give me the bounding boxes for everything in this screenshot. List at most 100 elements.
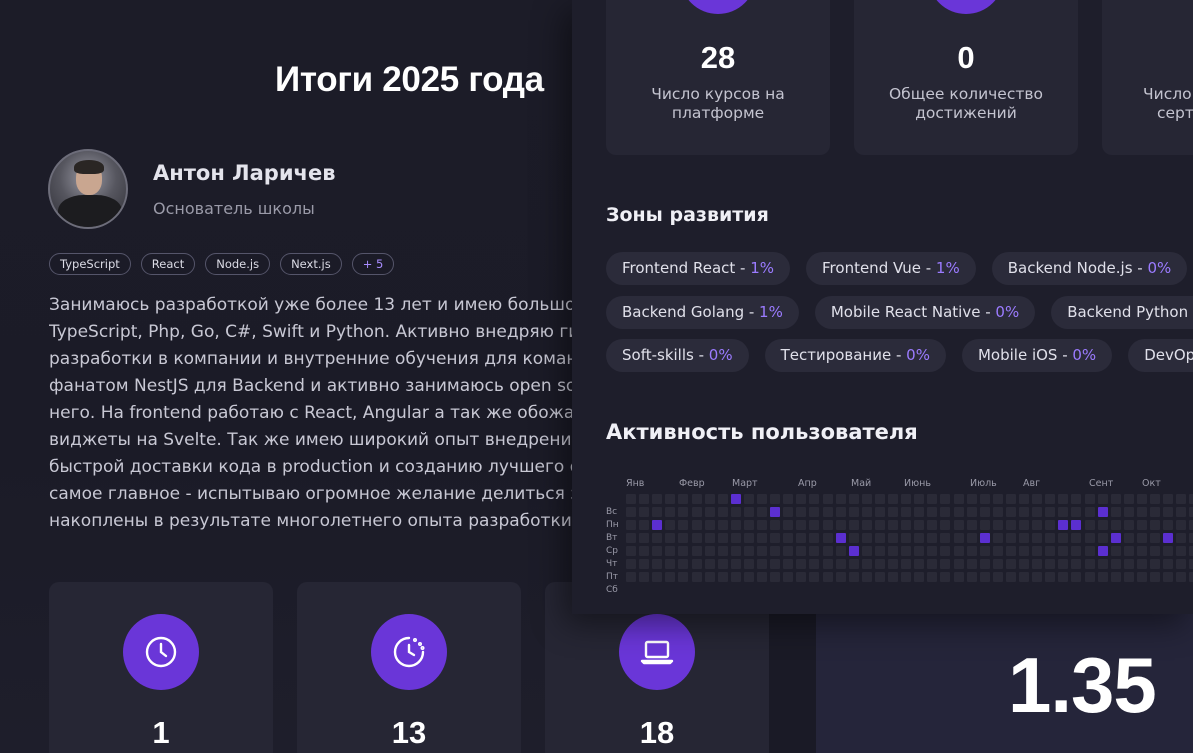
heatmap-cell[interactable]	[1176, 559, 1187, 569]
heatmap-cell[interactable]	[1097, 507, 1108, 517]
heatmap-cell[interactable]	[1136, 494, 1147, 504]
heatmap-cell[interactable]	[1019, 520, 1029, 530]
heatmap-cell[interactable]	[730, 546, 741, 556]
heatmap-cell[interactable]	[757, 572, 767, 582]
heatmap-cell[interactable]	[652, 533, 663, 543]
heatmap-cell[interactable]	[652, 520, 663, 530]
heatmap-cell[interactable]	[953, 520, 964, 530]
heatmap-cell[interactable]	[888, 533, 898, 543]
heatmap-cell[interactable]	[1110, 546, 1121, 556]
heatmap-cell[interactable]	[1163, 520, 1174, 530]
heatmap-cell[interactable]	[1019, 533, 1029, 543]
heatmap-cell[interactable]	[1176, 572, 1187, 582]
heatmap-cell[interactable]	[704, 559, 715, 569]
heatmap-cell[interactable]	[1150, 546, 1160, 556]
heatmap-cell[interactable]	[704, 507, 715, 517]
heatmap-cell[interactable]	[1019, 546, 1029, 556]
heatmap-cell[interactable]	[848, 520, 859, 530]
heatmap-cell[interactable]	[1032, 572, 1043, 582]
heatmap-cell[interactable]	[783, 572, 794, 582]
heatmap-cell[interactable]	[678, 572, 689, 582]
heatmap-cell[interactable]	[1045, 520, 1056, 530]
heatmap-cell[interactable]	[652, 559, 663, 569]
heatmap-cell[interactable]	[914, 520, 925, 530]
heatmap-cell[interactable]	[717, 559, 728, 569]
heatmap-cell[interactable]	[717, 572, 728, 582]
heatmap-cell[interactable]	[901, 572, 912, 582]
heatmap-cell[interactable]	[783, 559, 794, 569]
heatmap-cell[interactable]	[809, 533, 820, 543]
heatmap-cell[interactable]	[861, 494, 872, 504]
heatmap-cell[interactable]	[940, 533, 951, 543]
heatmap-cell[interactable]	[757, 507, 767, 517]
heatmap-cell[interactable]	[796, 546, 807, 556]
heatmap-cell[interactable]	[1005, 559, 1016, 569]
heatmap-cell[interactable]	[848, 559, 859, 569]
heatmap-cell[interactable]	[743, 559, 754, 569]
heatmap-cell[interactable]	[691, 494, 702, 504]
heatmap-cell[interactable]	[888, 572, 898, 582]
tag-more-button[interactable]: + 5	[351, 253, 395, 275]
heatmap-cell[interactable]	[927, 507, 938, 517]
heatmap-cell[interactable]	[809, 507, 820, 517]
heatmap-cell[interactable]	[914, 559, 925, 569]
heatmap-cell[interactable]	[717, 494, 728, 504]
heatmap-cell[interactable]	[940, 546, 951, 556]
heatmap-cell[interactable]	[835, 572, 846, 582]
zone-chip[interactable]: Soft-skills - 0%	[606, 339, 749, 372]
heatmap-cell[interactable]	[992, 572, 1003, 582]
heatmap-cell[interactable]	[1045, 507, 1056, 517]
heatmap-cell[interactable]	[861, 520, 872, 530]
heatmap-cell[interactable]	[717, 507, 728, 517]
heatmap-cell[interactable]	[809, 572, 820, 582]
heatmap-cell[interactable]	[940, 559, 951, 569]
zone-chip[interactable]: Backend Golang - 1%	[606, 295, 799, 329]
heatmap-cell[interactable]	[770, 559, 781, 569]
heatmap-cell[interactable]	[1189, 494, 1193, 504]
heatmap-cell[interactable]	[1136, 559, 1147, 569]
heatmap-cell[interactable]	[835, 494, 846, 504]
heatmap-cell[interactable]	[979, 533, 990, 543]
heatmap-cell[interactable]	[757, 546, 767, 556]
heatmap-cell[interactable]	[717, 533, 728, 543]
zone-chip[interactable]: Mobile React Native - 0%	[814, 295, 1036, 329]
heatmap-cell[interactable]	[1005, 533, 1016, 543]
zone-chip[interactable]: Тестирование - 0%	[764, 339, 946, 372]
heatmap-cell[interactable]	[1045, 572, 1056, 582]
heatmap-cell[interactable]	[1045, 494, 1056, 504]
heatmap-cell[interactable]	[940, 507, 951, 517]
heatmap-cell[interactable]	[1189, 572, 1193, 582]
heatmap-cell[interactable]	[665, 546, 676, 556]
tag-react[interactable]: React	[140, 253, 196, 275]
heatmap-cell[interactable]	[953, 546, 964, 556]
heatmap-cell[interactable]	[704, 546, 715, 556]
heatmap-cell[interactable]	[888, 559, 898, 569]
heatmap-cell[interactable]	[783, 546, 794, 556]
heatmap-cell[interactable]	[1032, 494, 1043, 504]
heatmap-cell[interactable]	[730, 507, 741, 517]
heatmap-cell[interactable]	[1005, 520, 1016, 530]
heatmap-cell[interactable]	[704, 572, 715, 582]
heatmap-cell[interactable]	[809, 494, 820, 504]
heatmap-cell[interactable]	[901, 533, 912, 543]
heatmap-cell[interactable]	[691, 546, 702, 556]
heatmap-cell[interactable]	[743, 572, 754, 582]
heatmap-cell[interactable]	[1123, 559, 1134, 569]
heatmap-cell[interactable]	[691, 572, 702, 582]
heatmap-cell[interactable]	[730, 559, 741, 569]
heatmap-cell[interactable]	[730, 520, 741, 530]
heatmap-cell[interactable]	[1032, 546, 1043, 556]
heatmap-cell[interactable]	[783, 507, 794, 517]
heatmap-cell[interactable]	[743, 546, 754, 556]
heatmap-cell[interactable]	[704, 533, 715, 543]
heatmap-cell[interactable]	[1071, 546, 1082, 556]
heatmap-cell[interactable]	[783, 533, 794, 543]
heatmap-cell[interactable]	[743, 533, 754, 543]
heatmap-cell[interactable]	[940, 572, 951, 582]
heatmap-cell[interactable]	[1189, 546, 1193, 556]
heatmap-cell[interactable]	[1097, 546, 1108, 556]
heatmap-cell[interactable]	[1032, 533, 1043, 543]
heatmap-cell[interactable]	[822, 520, 833, 530]
heatmap-cell[interactable]	[1097, 533, 1108, 543]
heatmap-cell[interactable]	[757, 559, 767, 569]
